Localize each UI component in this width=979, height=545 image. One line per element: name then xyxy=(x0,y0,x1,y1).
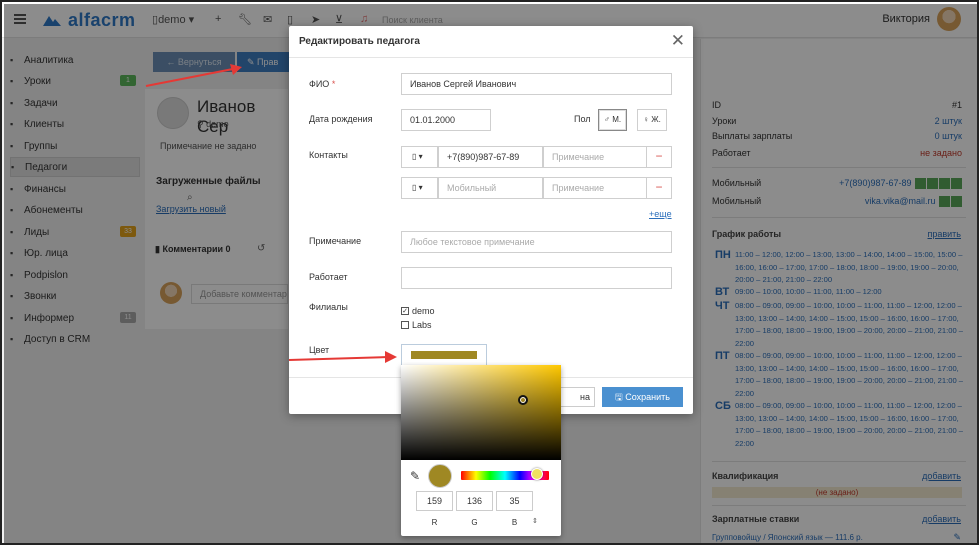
required-mark: * xyxy=(331,79,336,89)
red-input[interactable]: 159 xyxy=(416,491,453,511)
green-label: G xyxy=(471,518,478,527)
annotation-arrow-color xyxy=(288,351,397,363)
sex-male-button[interactable]: ♂︎ М. xyxy=(598,109,628,131)
annotation-arrow-edit xyxy=(145,64,242,87)
contact-note-input[interactable] xyxy=(543,146,647,168)
branch-checkbox-demo[interactable]: ✓ demo xyxy=(401,306,435,316)
blue-label: B xyxy=(511,518,518,527)
blue-input[interactable]: 35 xyxy=(496,491,533,511)
phone-type-select[interactable]: ▯ ▾ xyxy=(401,146,438,168)
save-label: Сохранить xyxy=(625,392,670,402)
app-window: alfacrm ▯demo ▾ + 🔧︎ ✉︎ ▯ ➤ ⊻ ♫ Поиск кл… xyxy=(0,0,979,545)
hue-handle[interactable] xyxy=(531,468,543,480)
cancel-button[interactable]: на xyxy=(559,387,595,407)
close-icon[interactable]: ✕ xyxy=(671,31,685,51)
red-label: R xyxy=(431,518,438,527)
dob-label: Дата рождения xyxy=(309,114,373,124)
remark-label: Примечание xyxy=(309,236,362,246)
branch-label-demo: demo xyxy=(412,306,435,316)
sex-label: Пол xyxy=(574,114,591,124)
save-button[interactable]: 🖫︎ Сохранить xyxy=(602,387,683,407)
branch-label-labs: Labs xyxy=(412,320,432,330)
color-swatch xyxy=(411,351,477,359)
eyedropper-icon[interactable]: ✎ xyxy=(410,469,420,483)
phone-type-select-2[interactable]: ▯ ▾ xyxy=(401,177,438,199)
contacts-label: Контакты xyxy=(309,150,348,160)
works-input[interactable] xyxy=(401,267,672,289)
remove-contact-button-2[interactable]: − xyxy=(646,177,672,199)
color-input[interactable] xyxy=(401,344,487,366)
color-picker: ✎ 159 136 35 R G B ⇕ xyxy=(401,365,561,536)
fio-input[interactable] xyxy=(401,73,672,95)
works-label: Работает xyxy=(309,272,348,282)
checkbox-checked[interactable]: ✓ xyxy=(401,307,409,315)
fio-label-text: ФИО xyxy=(309,79,330,89)
remark-input[interactable] xyxy=(401,231,672,253)
dob-input[interactable] xyxy=(401,109,491,131)
green-input[interactable]: 136 xyxy=(456,491,493,511)
saturation-value-area[interactable] xyxy=(401,365,561,460)
branch-checkbox-labs[interactable]: Labs xyxy=(401,320,432,330)
sex-female-label: Ж. xyxy=(651,115,661,124)
mode-toggle-icon[interactable]: ⇕ xyxy=(532,517,538,525)
contact-note-input-2[interactable] xyxy=(543,177,647,199)
sex-female-button[interactable]: ♀︎ Ж. xyxy=(637,109,667,131)
sex-male-label: М. xyxy=(612,115,622,124)
fio-label: ФИО * xyxy=(309,79,335,89)
modal-title: Редактировать педагога xyxy=(299,36,420,47)
color-preview xyxy=(428,464,452,488)
modal-header-divider xyxy=(289,57,693,58)
remove-contact-button[interactable]: − xyxy=(646,146,672,168)
saturation-handle[interactable] xyxy=(518,395,528,405)
add-contact-link[interactable]: +еще xyxy=(649,209,672,219)
branches-label: Филиалы xyxy=(309,302,348,312)
checkbox-unchecked[interactable] xyxy=(401,321,409,329)
phone-input[interactable] xyxy=(438,146,543,168)
phone-input-2[interactable] xyxy=(438,177,543,199)
